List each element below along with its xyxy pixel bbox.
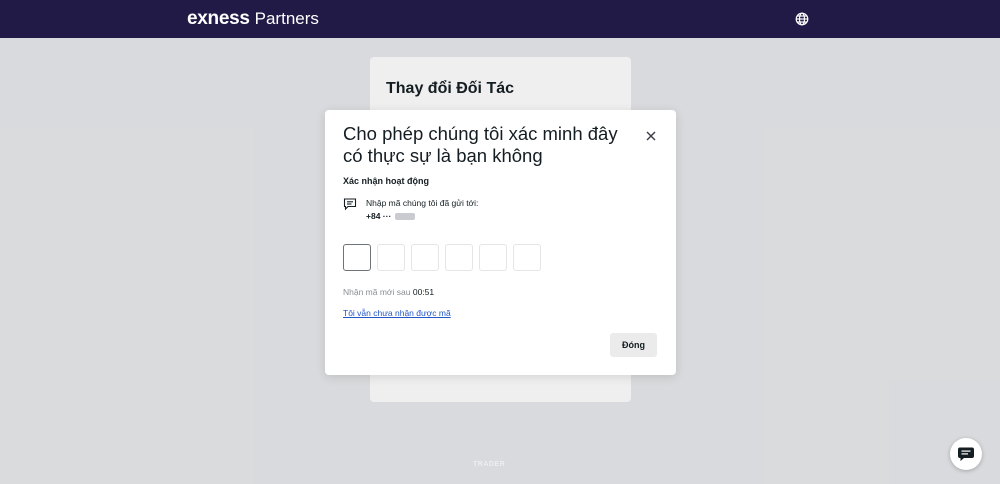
verification-dialog: Cho phép chúng tôi xác minh đây có thực … bbox=[325, 110, 676, 375]
otp-digit-6[interactable] bbox=[513, 244, 541, 271]
code-sent-info: Nhập mã chúng tôi đã gửi tới: +84 ··· bbox=[366, 197, 478, 223]
close-icon[interactable] bbox=[644, 129, 658, 143]
watermark: TRADER bbox=[473, 461, 506, 468]
chat-icon bbox=[958, 447, 974, 461]
sent-to-label: Nhập mã chúng tôi đã gửi tới: bbox=[366, 198, 479, 208]
otp-digit-5[interactable] bbox=[479, 244, 507, 271]
code-not-received-link[interactable]: Tôi vẫn chưa nhận được mã bbox=[343, 308, 451, 318]
otp-digit-3[interactable] bbox=[411, 244, 439, 271]
logo-brand: exness bbox=[187, 8, 250, 29]
resend-timer: 00:51 bbox=[412, 287, 435, 297]
exness-partners-logo[interactable]: exness Partners bbox=[187, 8, 319, 30]
otp-digit-2[interactable] bbox=[377, 244, 405, 271]
resend-countdown: Nhận mã mới sau 00:51 bbox=[343, 287, 434, 297]
activity-confirmation-heading: Xác nhận hoạt động bbox=[343, 176, 430, 186]
otp-digit-1[interactable] bbox=[343, 244, 371, 271]
logo-suffix: Partners bbox=[254, 9, 319, 28]
dialog-title: Cho phép chúng tôi xác minh đây có thực … bbox=[343, 123, 618, 166]
blurred-phone-digits bbox=[395, 213, 416, 220]
otp-digit-4[interactable] bbox=[445, 244, 473, 271]
top-navigation-bar: exness Partners bbox=[0, 0, 1000, 38]
globe-icon[interactable] bbox=[795, 12, 809, 26]
message-icon bbox=[343, 197, 357, 211]
change-partner-title: Thay đổi Đối Tác bbox=[386, 80, 515, 97]
otp-input-group bbox=[343, 244, 547, 271]
masked-phone-number: +84 ··· bbox=[366, 210, 478, 223]
phone-prefix: +84 ··· bbox=[366, 211, 392, 221]
resend-label: Nhận mã mới sau bbox=[343, 287, 411, 297]
close-button[interactable]: Đóng bbox=[610, 333, 657, 357]
live-chat-button[interactable] bbox=[950, 438, 982, 470]
